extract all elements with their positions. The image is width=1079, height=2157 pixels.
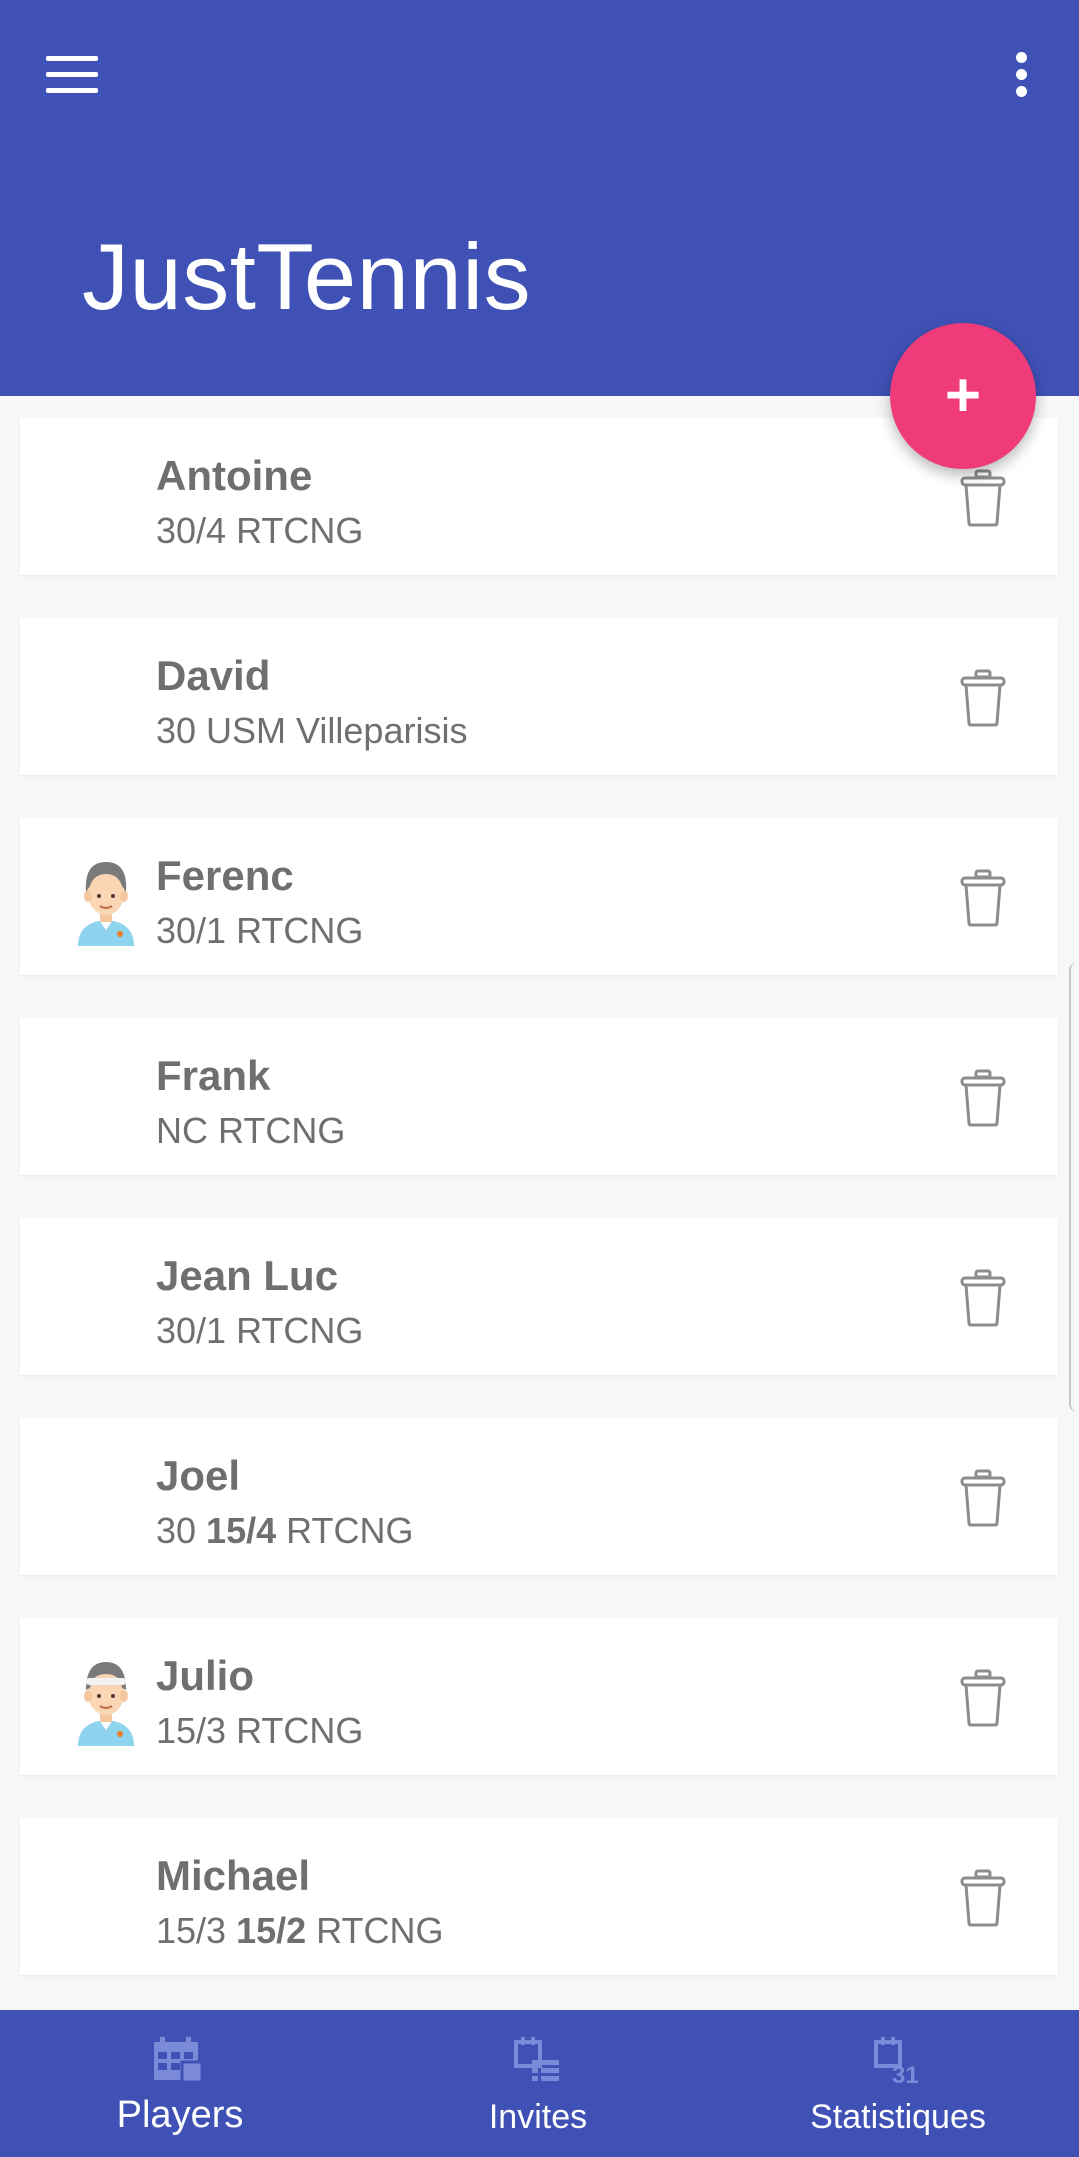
player-name: Antoine: [156, 452, 313, 499]
player-info-text: 15/3: [156, 1910, 237, 1951]
player-ranking-club: 15/3 15/2 RTCNG: [156, 1910, 444, 1952]
delete-player-trash-icon[interactable]: [958, 1868, 1008, 1928]
player-new-ranking: 15/2: [236, 1910, 307, 1951]
player-info-text: 30/4 RTCNG: [156, 510, 364, 551]
man-avatar-icon: [56, 848, 156, 948]
add-player-button[interactable]: +: [890, 323, 1036, 469]
nav-tab-players[interactable]: Players: [60, 2010, 300, 2157]
player-card[interactable]: Frank NC RTCNG: [20, 1018, 1058, 1175]
delete-player-trash-icon[interactable]: [958, 868, 1008, 928]
player-new-ranking: 15/4: [206, 1510, 277, 1551]
calendar-31-icon: 31: [872, 2036, 924, 2089]
delete-player-trash-icon[interactable]: [958, 1668, 1008, 1728]
player-name: Michael: [156, 1852, 311, 1899]
player-info-text: RTCNG: [306, 1910, 444, 1951]
player-card[interactable]: David 30 USM Villeparisis: [20, 618, 1058, 775]
calendar-grid-icon: [152, 2036, 204, 2084]
player-ranking-club: 30/1 RTCNG: [156, 1310, 363, 1352]
svg-text:31: 31: [892, 2062, 919, 2084]
player-name: Ferenc: [156, 852, 294, 899]
delete-player-trash-icon[interactable]: [958, 1068, 1008, 1128]
player-ranking-club: 30 15/4 RTCNG: [156, 1510, 413, 1552]
player-name: David: [156, 652, 271, 699]
more-options-icon[interactable]: [1008, 52, 1034, 100]
player-info-text: RTCNG: [276, 1510, 414, 1551]
player-ranking-club: 30/4 RTCNG: [156, 510, 363, 552]
player-card[interactable]: Joel 30 15/4 RTCNG: [20, 1418, 1058, 1575]
app-title: JustTennis: [82, 224, 532, 329]
calendar-list-icon: [512, 2036, 564, 2084]
bottom-navigation: Players Invites 31 Statistiques: [0, 2010, 1079, 2157]
nav-tab-statistiques[interactable]: 31 Statistiques: [780, 2010, 1016, 2157]
nav-tab-invites[interactable]: Invites: [420, 2010, 656, 2157]
delete-player-trash-icon[interactable]: [958, 468, 1008, 528]
delete-player-trash-icon[interactable]: [958, 1268, 1008, 1328]
player-card[interactable]: Julio 15/3 RTCNG: [20, 1618, 1058, 1775]
player-ranking-club: NC RTCNG: [156, 1110, 345, 1152]
player-info-text: 30/1 RTCNG: [156, 1310, 364, 1351]
player-card[interactable]: Antoine 30/4 RTCNG: [20, 418, 1058, 575]
player-ranking-club: 15/3 RTCNG: [156, 1710, 363, 1752]
player-name: Joel: [156, 1452, 241, 1499]
scroll-edge-indicator: [1069, 962, 1079, 1412]
player-card[interactable]: Jean Luc 30/1 RTCNG: [20, 1218, 1058, 1375]
delete-player-trash-icon[interactable]: [958, 668, 1008, 728]
man-headband-avatar-icon: [56, 1648, 156, 1748]
player-info-text: 30: [156, 1510, 207, 1551]
nav-label: Players: [116, 2094, 244, 2136]
player-info-text: 30 USM Villeparisis: [156, 710, 468, 751]
nav-label: Invites: [488, 2098, 588, 2136]
delete-player-trash-icon[interactable]: [958, 1468, 1008, 1528]
player-ranking-club: 30/1 RTCNG: [156, 910, 363, 952]
hamburger-menu-icon[interactable]: [46, 56, 98, 96]
nav-label: Statistiques: [810, 2098, 986, 2136]
app-bar: JustTennis: [0, 0, 1079, 396]
player-name: Julio: [156, 1652, 255, 1699]
player-info-text: 15/3 RTCNG: [156, 1710, 364, 1751]
player-name: Jean Luc: [156, 1252, 339, 1299]
player-name: Frank: [156, 1052, 271, 1099]
player-ranking-club: 30 USM Villeparisis: [156, 710, 467, 752]
player-info-text: NC RTCNG: [156, 1110, 346, 1151]
player-card[interactable]: Ferenc 30/1 RTCNG: [20, 818, 1058, 975]
player-card[interactable]: Michael 15/3 15/2 RTCNG: [20, 1818, 1058, 1975]
player-info-text: 30/1 RTCNG: [156, 910, 364, 951]
